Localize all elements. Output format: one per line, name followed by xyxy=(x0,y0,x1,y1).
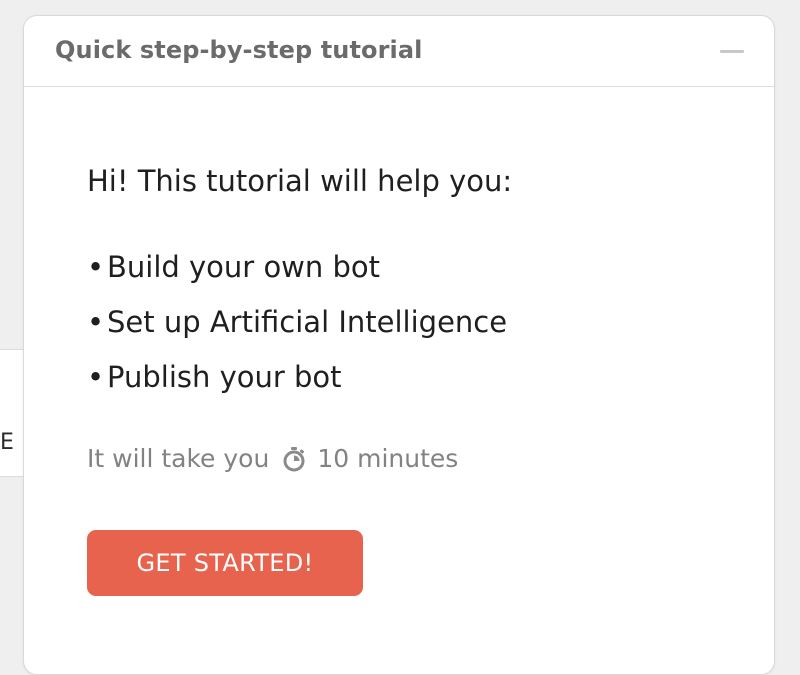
stopwatch-icon xyxy=(281,446,307,472)
list-item: •Set up Artificial Intelligence xyxy=(87,304,507,359)
intro-text: Hi! This tutorial will help you: xyxy=(87,164,513,198)
background-card-text: E xyxy=(0,430,14,455)
minimize-icon xyxy=(720,50,744,53)
list-item-label: Set up Artificial Intelligence xyxy=(107,305,508,339)
bullet: • xyxy=(87,305,105,339)
list-item-label: Publish your bot xyxy=(107,360,342,394)
panel-title: Quick step-by-step tutorial xyxy=(55,36,423,64)
duration-line: It will take you 10 minutes xyxy=(87,444,458,473)
list-item: •Build your own bot xyxy=(87,249,507,304)
get-started-button[interactable]: GET STARTED! xyxy=(87,530,363,596)
minimize-button[interactable] xyxy=(712,36,752,66)
panel-header: Quick step-by-step tutorial xyxy=(24,16,774,87)
bullet: • xyxy=(87,250,105,284)
list-item-label: Build your own bot xyxy=(107,250,381,284)
tutorial-panel: Quick step-by-step tutorial Hi! This tut… xyxy=(23,15,775,675)
duration-value: 10 minutes xyxy=(317,444,459,473)
bullet: • xyxy=(87,360,105,394)
duration-prefix: It will take you xyxy=(87,444,270,473)
benefits-list: •Build your own bot •Set up Artificial I… xyxy=(87,249,507,414)
list-item: •Publish your bot xyxy=(87,359,507,414)
